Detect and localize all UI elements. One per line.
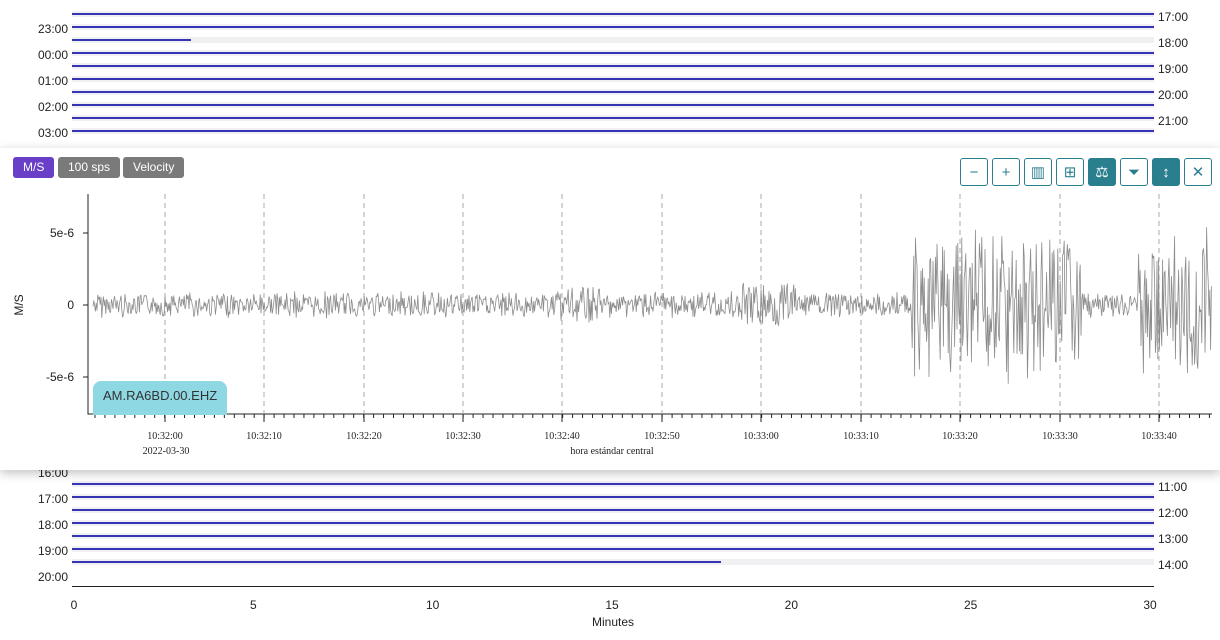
x-tick-label: 10:32:40 bbox=[544, 431, 580, 442]
minutes-axis-title: Minutes bbox=[592, 615, 635, 629]
helicorder-trace-row[interactable] bbox=[72, 11, 1154, 17]
trace-background bbox=[72, 37, 1154, 43]
helicorder-utc-label: 11:00 bbox=[1158, 480, 1188, 494]
zoom-waveform-panel: M/S 100 sps Velocity − + ▥ ⊞ ⚖ ⏷ ↕ ✕ M/S 5e-6 0… bbox=[0, 148, 1220, 470]
minutes-axis-line bbox=[72, 586, 1154, 587]
helicorder-utc-label: 17:00 bbox=[1158, 10, 1189, 24]
trace-line bbox=[72, 509, 1154, 511]
trace-line bbox=[72, 548, 1154, 550]
trace-line bbox=[72, 561, 722, 563]
helicorder-trace-row[interactable] bbox=[72, 63, 1154, 69]
trace-line bbox=[72, 13, 1154, 15]
trace-line bbox=[72, 496, 1154, 498]
station-label: AM.RA6BD.00.EHZ bbox=[93, 381, 228, 415]
helicorder-bottom[interactable]: 16:00 17:00 18:00 19:00 20:00 11:00 12:0… bbox=[0, 462, 1220, 640]
trace-line bbox=[72, 39, 192, 41]
y-tick-label: -5e-6 bbox=[45, 370, 74, 384]
trace-line bbox=[72, 26, 1154, 28]
helicorder-utc-label: 12:00 bbox=[1158, 506, 1189, 520]
trace-line bbox=[72, 117, 1154, 119]
trace-line bbox=[72, 483, 1154, 485]
x-tick-label: 10:32:50 bbox=[644, 431, 680, 442]
helicorder-utc-label: 13:00 bbox=[1158, 532, 1189, 546]
y-tick-label: 5e-6 bbox=[49, 226, 74, 240]
helicorder-utc-label: 21:00 bbox=[1158, 114, 1189, 128]
helicorder-trace-row[interactable] bbox=[72, 494, 1154, 500]
helicorder-trace-row[interactable] bbox=[72, 76, 1154, 82]
helicorder-trace-row[interactable] bbox=[72, 559, 1154, 565]
x-timezone-label: hora estándar central bbox=[570, 446, 654, 457]
seismogram-trace bbox=[92, 227, 1212, 384]
helicorder-hour-label: 00:00 bbox=[38, 48, 69, 62]
trace-line bbox=[72, 130, 1154, 132]
x-tick-label: 10:33:20 bbox=[942, 431, 978, 442]
helicorder-utc-label: 20:00 bbox=[1158, 88, 1189, 102]
helicorder-trace-row[interactable] bbox=[72, 89, 1154, 95]
minute-tick-label: 5 bbox=[249, 598, 257, 612]
x-tick-label: 10:33:00 bbox=[743, 431, 779, 442]
helicorder-hour-label: 23:00 bbox=[38, 22, 69, 36]
x-tick-label: 10:32:30 bbox=[445, 431, 481, 442]
helicorder-utc-label: 19:00 bbox=[1158, 62, 1189, 76]
helicorder-top[interactable]: 23:00 00:00 01:00 02:00 03:00 17:00 18:0… bbox=[0, 0, 1220, 145]
helicorder-hour-label: 03:00 bbox=[38, 126, 69, 140]
helicorder-hour-label: 19:00 bbox=[38, 544, 69, 558]
helicorder-hour-label: 18:00 bbox=[38, 518, 69, 532]
helicorder-trace-row[interactable] bbox=[72, 128, 1154, 134]
helicorder-hour-label: 17:00 bbox=[38, 492, 69, 506]
trace-line bbox=[72, 52, 1154, 54]
helicorder-utc-label: 18:00 bbox=[1158, 36, 1189, 50]
trace-line bbox=[72, 91, 1154, 93]
minute-tick-label: 20 bbox=[784, 598, 798, 612]
x-tick-label: 10:32:20 bbox=[346, 431, 382, 442]
x-tick-label: 10:32:10 bbox=[246, 431, 282, 442]
helicorder-trace-row[interactable] bbox=[72, 546, 1154, 552]
x-tick-label: 10:33:30 bbox=[1042, 431, 1078, 442]
trace-line bbox=[72, 522, 1154, 524]
helicorder-trace-row[interactable] bbox=[72, 507, 1154, 513]
helicorder-hour-label: 20:00 bbox=[38, 570, 69, 584]
helicorder-hour-label: 01:00 bbox=[38, 74, 69, 88]
minute-tick-label: 30 bbox=[1143, 598, 1157, 612]
helicorder-trace-row[interactable] bbox=[72, 37, 1154, 43]
helicorder-trace-row[interactable] bbox=[72, 115, 1154, 121]
helicorder-trace-row[interactable] bbox=[72, 520, 1154, 526]
minute-tick-label: 10 bbox=[425, 598, 440, 612]
helicorder-hour-label: 02:00 bbox=[38, 100, 69, 114]
y-axis-title: M/S bbox=[12, 294, 26, 316]
trace-line bbox=[72, 65, 1154, 67]
x-tick-label: 10:33:40 bbox=[1141, 431, 1177, 442]
minute-tick-label: 15 bbox=[605, 598, 619, 612]
y-tick-label: 0 bbox=[67, 298, 74, 312]
waveform-plot[interactable] bbox=[0, 148, 1220, 470]
helicorder-trace-row[interactable] bbox=[72, 50, 1154, 56]
helicorder-trace-row[interactable] bbox=[72, 102, 1154, 108]
minute-tick-label: 25 bbox=[963, 598, 978, 612]
helicorder-trace-row[interactable] bbox=[72, 481, 1154, 487]
trace-line bbox=[72, 104, 1154, 106]
trace-line bbox=[72, 78, 1154, 80]
x-date-label: 2022-03-30 bbox=[142, 446, 190, 457]
x-tick-label: 10:32:00 bbox=[147, 431, 183, 442]
helicorder-trace-row[interactable] bbox=[72, 533, 1154, 539]
helicorder-utc-label: 14:00 bbox=[1158, 558, 1189, 572]
x-tick-label: 10:33:10 bbox=[843, 431, 879, 442]
trace-line bbox=[72, 535, 1154, 537]
helicorder-trace-row[interactable] bbox=[72, 24, 1154, 30]
minute-tick-label: 0 bbox=[70, 598, 78, 612]
